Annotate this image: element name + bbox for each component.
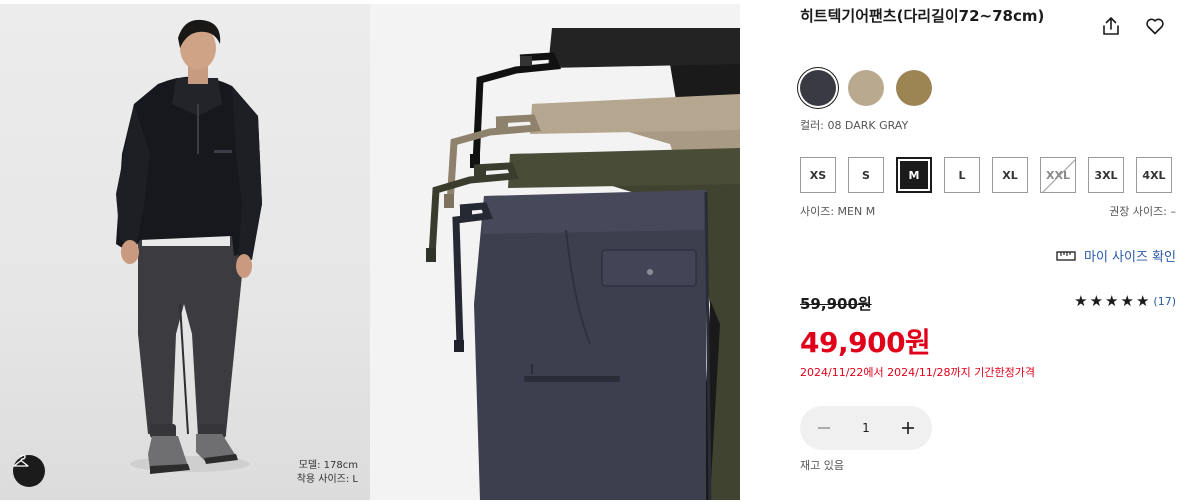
product-title: 히트텍기어팬츠(다리길이72~78cm)	[800, 7, 1045, 25]
size-option-xl[interactable]: XL	[992, 157, 1028, 193]
model-size: 착용 사이즈: L	[296, 474, 358, 485]
size-label-xl: XL	[1002, 168, 1018, 182]
size-option-xs[interactable]: XS	[800, 157, 836, 193]
color-swatch-beige[interactable]	[848, 70, 884, 106]
sale-period: 2024/11/22에서 2024/11/28까지 기간한정가격	[800, 366, 1035, 379]
size-label-l: L	[958, 168, 966, 182]
color-label: 컬러: 08 DARK GRAY	[800, 119, 909, 132]
pants-illustration	[426, 28, 740, 500]
size-options: XS S M L XL XXL 3XL 4XL	[800, 157, 1172, 193]
star-icon: ★	[1120, 292, 1134, 310]
size-label-4xl: 4XL	[1142, 168, 1166, 182]
quantity-value: 1	[862, 421, 870, 435]
sale-price: 49,900원	[800, 326, 931, 359]
recommended-size: 권장 사이즈: –	[1109, 205, 1176, 218]
product-gallery: 모델: 178cm 착용 사이즈: L	[0, 0, 740, 502]
size-option-xxl[interactable]: XXL	[1040, 157, 1076, 193]
color-swatches	[800, 70, 932, 106]
my-size-link-label: 마이 사이즈 확인	[1084, 250, 1176, 265]
size-label-xs: XS	[809, 168, 827, 182]
rating[interactable]: ★ ★ ★ ★ ★ (17)	[1074, 292, 1176, 310]
star-icon: ★	[1135, 292, 1150, 310]
hanger-button[interactable]	[13, 455, 45, 487]
size-label-m: M	[900, 161, 928, 189]
original-price: 59,900원	[800, 295, 872, 313]
product-panel: 히트텍기어팬츠(다리길이72~78cm) 컬러: 08 DARK GRAY XS…	[800, 0, 1180, 502]
stock-status: 재고 있음	[800, 459, 844, 472]
size-option-s[interactable]: S	[848, 157, 884, 193]
star-icon: ★	[1089, 292, 1104, 310]
star-icon: ★	[1105, 292, 1119, 310]
color-swatch-brown[interactable]	[896, 70, 932, 106]
size-option-4xl[interactable]: 4XL	[1136, 157, 1172, 193]
color-swatch-dark-gray[interactable]	[800, 70, 836, 106]
model-photo[interactable]: 모델: 178cm 착용 사이즈: L	[0, 4, 370, 500]
soldout-slash	[1042, 159, 1076, 193]
quantity-stepper: 1	[800, 406, 932, 450]
size-label-s: S	[862, 168, 870, 182]
my-size-link[interactable]: 마이 사이즈 확인	[1056, 246, 1176, 265]
ruler-icon	[1056, 250, 1076, 261]
review-count[interactable]: (17)	[1153, 295, 1176, 308]
model-info: 모델: 178cm 착용 사이즈: L	[297, 459, 358, 487]
increase-quantity-button[interactable]	[898, 418, 918, 438]
plus-icon	[901, 422, 914, 434]
heart-icon[interactable]	[1144, 15, 1166, 37]
size-option-3xl[interactable]: 3XL	[1088, 157, 1124, 193]
decrease-quantity-button[interactable]	[814, 418, 834, 438]
model-illustration	[116, 19, 262, 474]
size-option-l[interactable]: L	[944, 157, 980, 193]
size-label-3xl: 3XL	[1094, 168, 1118, 182]
product-photo[interactable]	[370, 4, 740, 500]
share-icon[interactable]	[1100, 15, 1122, 37]
selected-size-label: 사이즈: MEN M	[800, 205, 876, 218]
star-icon: ★	[1074, 292, 1088, 310]
size-option-m[interactable]: M	[896, 157, 932, 193]
model-height: 모델: 178cm	[298, 460, 358, 471]
hanger-icon	[13, 455, 29, 467]
minus-icon	[818, 427, 830, 429]
